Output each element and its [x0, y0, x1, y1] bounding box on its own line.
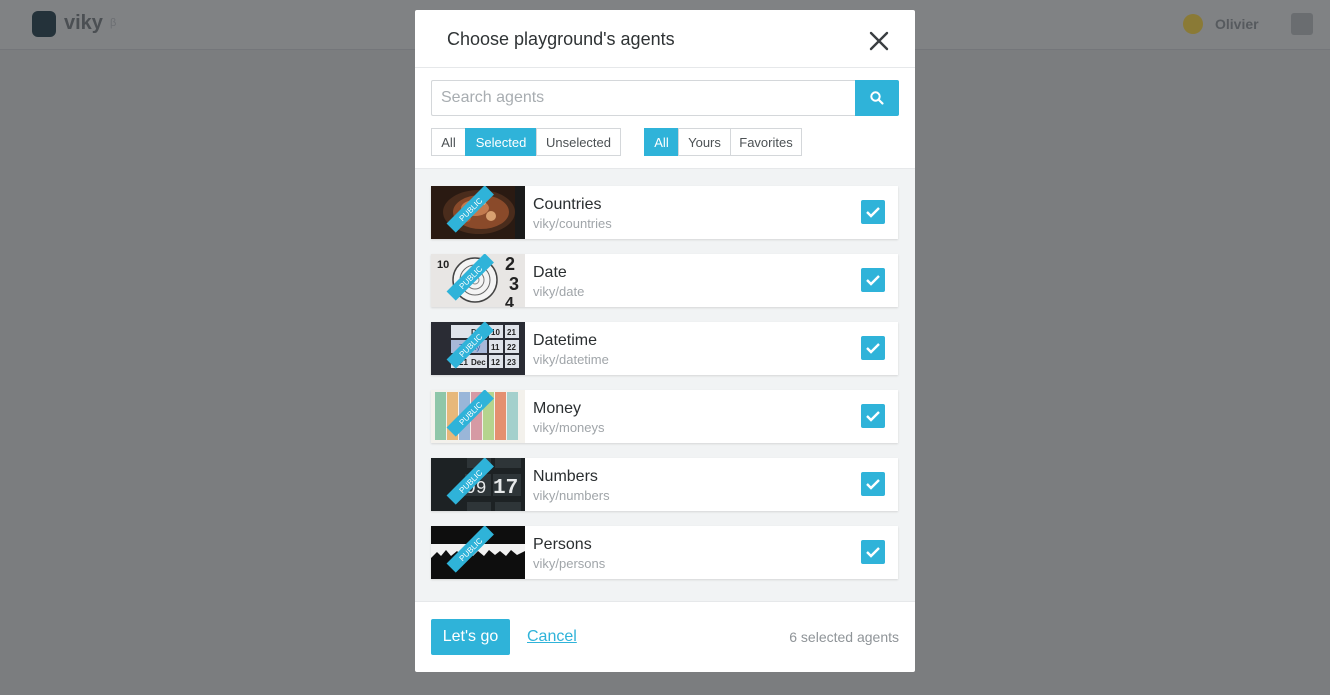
check-icon	[866, 275, 880, 286]
agent-checkbox[interactable]	[861, 472, 885, 496]
agent-checkbox[interactable]	[861, 540, 885, 564]
choose-agents-modal: Choose playground's agents All Selected …	[415, 10, 915, 672]
agent-name: Persons	[533, 536, 592, 553]
agent-card-date[interactable]: 10 2 3 4 PUBLIC Date viky/date	[431, 254, 898, 307]
filter-all[interactable]: All	[431, 128, 466, 156]
lets-go-button[interactable]: Let's go	[431, 619, 510, 655]
agent-slug: viky/date	[533, 284, 585, 299]
selected-count: 6 selected agents	[789, 629, 899, 645]
calendar-cell: 23	[507, 358, 516, 367]
agent-name: Date	[533, 264, 567, 281]
clock-digit: 2	[505, 254, 515, 274]
agent-card-countries[interactable]: PUBLIC Countries viky/countries	[431, 186, 898, 239]
agent-checkbox[interactable]	[861, 404, 885, 428]
agent-thumbnail: PUBLIC	[431, 186, 525, 239]
agent-thumbnail: 09 17 PUBLIC	[431, 458, 525, 511]
selection-filter: All Selected Unselected	[431, 128, 621, 156]
agent-thumbnail: PUBLIC	[431, 390, 525, 443]
flip-digits: 17	[493, 477, 518, 500]
check-icon	[866, 343, 880, 354]
check-icon	[866, 479, 880, 490]
agent-checkbox[interactable]	[861, 200, 885, 224]
scope-yours[interactable]: Yours	[678, 128, 731, 156]
search-button[interactable]	[855, 80, 899, 116]
check-icon	[866, 411, 880, 422]
clock-digit: 4	[505, 295, 514, 307]
agent-checkbox[interactable]	[861, 268, 885, 292]
modal-title: Choose playground's agents	[447, 29, 675, 49]
filter-selected[interactable]: Selected	[465, 128, 537, 156]
clock-digit: 3	[509, 274, 519, 294]
modal-header: Choose playground's agents	[415, 10, 915, 68]
clock-digit: 10	[437, 259, 449, 271]
agent-slug: viky/countries	[533, 216, 612, 231]
agent-card-datetime[interactable]: Dec 10 21 Today 11 22 21 Dec 12 23 PUBLI…	[431, 322, 898, 375]
agent-name: Numbers	[533, 468, 598, 485]
agent-slug: viky/persons	[533, 556, 606, 571]
agent-thumbnail: Dec 10 21 Today 11 22 21 Dec 12 23 PUBLI…	[431, 322, 525, 375]
scope-filter: All Yours Favorites	[644, 128, 802, 156]
agent-slug: viky/numbers	[533, 488, 610, 503]
agent-slug: viky/datetime	[533, 352, 609, 367]
agent-card-persons[interactable]: PUBLIC Persons viky/persons	[431, 526, 898, 579]
calendar-cell: 11	[491, 343, 500, 352]
agent-card-numbers[interactable]: 09 17 PUBLIC Numbers viky/numbers	[431, 458, 898, 511]
scope-favorites[interactable]: Favorites	[730, 128, 802, 156]
check-icon	[866, 547, 880, 558]
calendar-cell: Dec	[471, 358, 486, 367]
check-icon	[866, 207, 880, 218]
agent-name: Datetime	[533, 332, 598, 349]
filter-unselected[interactable]: Unselected	[536, 128, 621, 156]
agent-card-money[interactable]: PUBLIC Money viky/moneys	[431, 390, 898, 443]
search-icon	[870, 91, 884, 105]
menu-icon[interactable]	[1291, 13, 1313, 35]
cancel-link[interactable]: Cancel	[527, 628, 577, 646]
calendar-cell: 21	[507, 328, 516, 337]
agent-thumbnail: PUBLIC	[431, 526, 525, 579]
agent-checkbox[interactable]	[861, 336, 885, 360]
agent-thumbnail: 10 2 3 4 PUBLIC	[431, 254, 525, 307]
search-input[interactable]	[431, 80, 855, 116]
calendar-cell: 22	[507, 343, 516, 352]
calendar-cell: 12	[491, 358, 500, 367]
close-icon	[869, 31, 889, 51]
agent-name: Money	[533, 400, 582, 417]
user-name[interactable]: Olivier	[1215, 16, 1259, 32]
app-logo[interactable]	[32, 11, 56, 37]
app-name: viky	[64, 12, 103, 34]
agent-name: Countries	[533, 196, 602, 213]
agent-list: PUBLIC Countries viky/countries 10 2 3 4…	[415, 168, 915, 602]
close-button[interactable]	[867, 30, 891, 52]
app-beta-tag: β	[110, 17, 117, 29]
user-avatar[interactable]	[1183, 14, 1203, 34]
scope-all[interactable]: All	[644, 128, 679, 156]
agent-slug: viky/moneys	[533, 420, 605, 435]
